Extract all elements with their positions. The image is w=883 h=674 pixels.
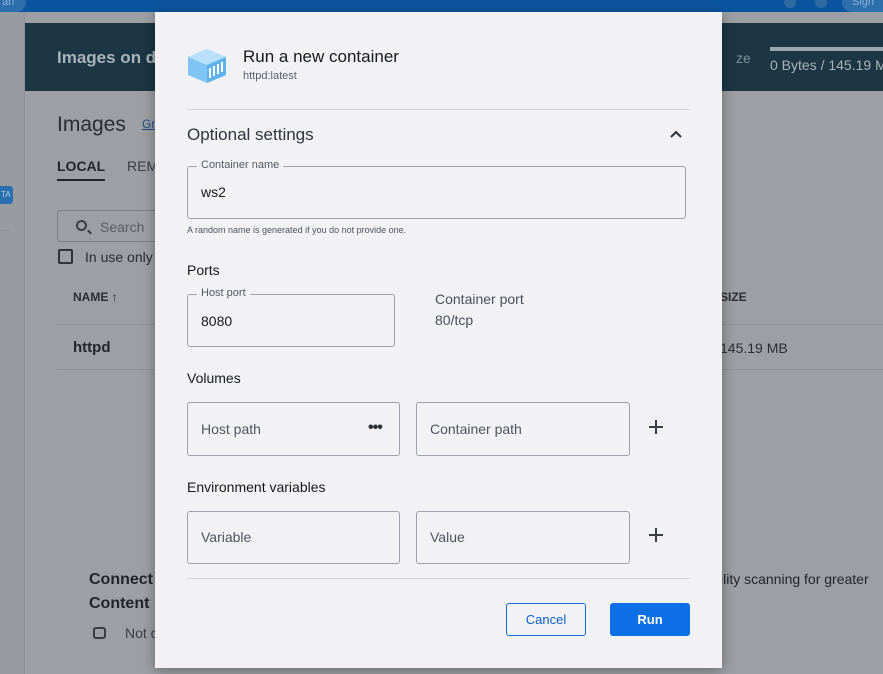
ports-heading: Ports — [187, 262, 220, 278]
sidebar-divider — [0, 230, 9, 231]
connect-heading-line1: Connect — [89, 571, 153, 588]
sidebar: TA — [0, 12, 25, 674]
banner-size-value: 0 Bytes / 145.19 M — [770, 57, 883, 73]
container-name-field[interactable]: Container name ws2 — [187, 159, 686, 219]
disk-usage-bar — [770, 47, 883, 51]
column-header-name[interactable]: NAME ↑ — [73, 290, 118, 304]
env-value-placeholder: Value — [430, 529, 465, 545]
container-port-label: Container port — [435, 291, 524, 307]
sign-in-button[interactable]: Sign — [842, 0, 883, 12]
search-placeholder: Search — [100, 219, 145, 235]
not-connected-icon — [93, 627, 106, 639]
env-variable-field[interactable]: Variable — [187, 511, 400, 564]
tab-remote[interactable]: REM — [127, 158, 158, 174]
banner-title: Images on di — [57, 48, 161, 67]
add-env-plus-icon[interactable] — [649, 528, 663, 542]
page-title: Images — [57, 113, 126, 136]
env-value-field[interactable]: Value — [416, 511, 630, 564]
container-icon — [188, 49, 226, 83]
host-path-field[interactable]: Host path ••• — [187, 402, 400, 456]
table-row-size: 145.19 MB — [720, 340, 788, 356]
column-header-name-label: NAME — [73, 290, 109, 304]
page-title-link[interactable]: Gr — [142, 117, 155, 131]
divider — [187, 578, 690, 579]
run-button[interactable]: Run — [610, 603, 690, 636]
container-path-placeholder: Container path — [430, 421, 522, 437]
env-variable-placeholder: Variable — [201, 529, 252, 545]
container-path-field[interactable]: Container path — [416, 402, 630, 456]
browse-more-icon[interactable]: ••• — [368, 419, 383, 437]
run-container-dialog: Run a new container httpd:latest Optiona… — [155, 12, 722, 668]
host-path-placeholder: Host path — [201, 421, 261, 437]
container-name-helper: A random name is generated if you do not… — [187, 225, 407, 235]
connect-heading: Connect Content — [89, 568, 153, 616]
extensions-icon[interactable] — [784, 0, 796, 8]
connect-description: ility scanning for greater — [720, 571, 869, 587]
optional-settings-heading[interactable]: Optional settings — [187, 125, 314, 145]
connect-heading-line2: Content — [89, 595, 150, 612]
banner-size-label: ze — [736, 50, 751, 66]
add-volume-plus-icon[interactable] — [649, 420, 663, 434]
top-bar: an Sign — [0, 0, 883, 12]
in-use-only-label: In use only — [85, 249, 153, 265]
table-row-name[interactable]: httpd — [73, 339, 110, 356]
disk-usage-bar-fill — [770, 47, 883, 51]
chevron-up-icon[interactable] — [668, 127, 684, 141]
dialog-subtitle: httpd:latest — [243, 70, 297, 82]
in-use-only-checkbox[interactable] — [58, 249, 73, 264]
host-port-value: 8080 — [201, 313, 233, 329]
divider — [187, 109, 690, 110]
cancel-button[interactable]: Cancel — [506, 603, 586, 636]
volumes-heading: Volumes — [187, 370, 241, 386]
not-connected-text: Not c — [125, 625, 158, 641]
beta-badge: TA — [0, 186, 13, 204]
top-left-pill[interactable]: an — [0, 0, 26, 12]
container-name-value: ws2 — [201, 184, 226, 200]
search-icon — [76, 220, 87, 231]
gear-icon[interactable] — [815, 0, 827, 8]
tab-local[interactable]: LOCAL — [57, 158, 106, 181]
column-header-size[interactable]: SIZE — [720, 290, 747, 304]
host-port-legend: Host port — [197, 287, 250, 300]
container-name-legend: Container name — [197, 159, 284, 172]
container-port-value: 80/tcp — [435, 312, 474, 328]
host-port-field[interactable]: Host port 8080 — [187, 287, 395, 347]
env-heading: Environment variables — [187, 479, 326, 495]
dialog-title: Run a new container — [243, 47, 399, 66]
